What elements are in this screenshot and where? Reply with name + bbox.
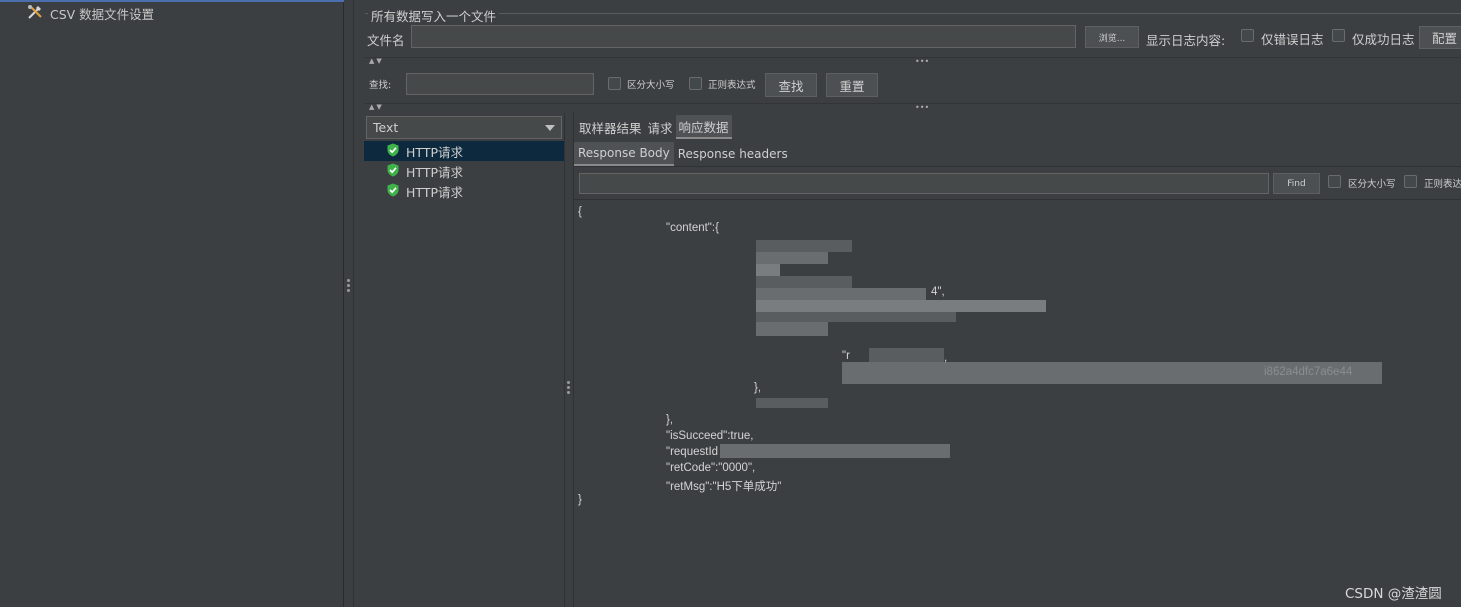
case-sensitive-checkbox[interactable] xyxy=(608,77,621,90)
filename-label: 文件名 xyxy=(367,33,405,48)
chevron-down-icon xyxy=(545,125,555,131)
json-line: "r xyxy=(842,350,850,362)
horizontal-splitter-top[interactable]: ▲▼ ••• xyxy=(365,57,1461,66)
tab-response-headers[interactable]: Response headers xyxy=(674,142,792,166)
result-item-label: HTTP请求 xyxy=(406,184,463,200)
json-line: "isSucceed":true, xyxy=(666,430,754,442)
renderer-selected-value: Text xyxy=(373,120,399,135)
tab-request[interactable]: 请求 xyxy=(645,115,676,139)
divider xyxy=(574,166,1461,167)
json-line: "retCode":"0000", xyxy=(666,462,756,474)
success-only-label: 仅成功日志 xyxy=(1352,32,1415,47)
filename-input[interactable] xyxy=(411,25,1076,48)
json-line: }, xyxy=(754,382,762,394)
collapse-arrows-icon[interactable]: ▲▼ xyxy=(369,57,384,65)
json-line: 4", xyxy=(931,286,945,298)
tree-item-csv-data-set[interactable]: CSV 数据文件设置 xyxy=(26,4,154,22)
body-find-input[interactable] xyxy=(579,173,1269,194)
file-section-border xyxy=(365,13,1461,14)
body-case-sensitive-checkbox[interactable] xyxy=(1328,175,1341,188)
redacted-block xyxy=(756,240,852,252)
log-display-label: 显示日志内容: xyxy=(1146,33,1226,48)
splitter-dots-icon: ••• xyxy=(915,103,930,112)
watermark: CSDN @渣渣圆 xyxy=(1345,586,1442,602)
body-case-sensitive-label: 区分大小写 xyxy=(1348,179,1396,190)
json-line: "requestId xyxy=(666,446,719,458)
tree-item-label: CSV 数据文件设置 xyxy=(50,6,155,22)
redacted-block xyxy=(869,348,944,362)
left-splitter[interactable] xyxy=(344,0,354,607)
collapse-arrows-icon[interactable]: ▲▼ xyxy=(369,103,384,111)
response-subtabs: Response Body Response headers xyxy=(574,142,792,166)
success-shield-icon xyxy=(386,143,400,160)
splitter-dots-icon: ••• xyxy=(915,57,930,66)
browse-button[interactable]: 浏览... xyxy=(1085,26,1139,48)
json-line: i862a4dfc7a6e44 xyxy=(1264,366,1353,378)
json-line: }, xyxy=(666,414,674,426)
result-item[interactable]: HTTP请求 xyxy=(364,161,564,181)
regex-label: 正则表达式 xyxy=(708,80,756,91)
tab-sampler-result[interactable]: 取样器结果 xyxy=(576,115,645,139)
regex-checkbox[interactable] xyxy=(689,77,702,90)
errors-only-label: 仅错误日志 xyxy=(1261,32,1324,47)
success-shield-icon xyxy=(386,163,400,180)
tab-response-data[interactable]: 响应数据 xyxy=(675,115,732,139)
search-find-button[interactable]: 查找 xyxy=(765,73,817,97)
json-line: , xyxy=(944,352,948,364)
result-item-label: HTTP请求 xyxy=(406,144,463,160)
json-line: } xyxy=(578,494,582,506)
search-input[interactable] xyxy=(406,73,594,95)
result-item-label: HTTP请求 xyxy=(406,164,463,180)
horizontal-splitter-bottom[interactable]: ▲▼ ••• xyxy=(365,103,1461,112)
redacted-block xyxy=(720,444,950,458)
results-list: HTTP请求 HTTP请求 HTTP请求 xyxy=(364,141,564,607)
search-label: 查找: xyxy=(369,80,392,91)
redacted-block xyxy=(756,264,780,276)
body-regex-label: 正则表达式 xyxy=(1424,179,1461,190)
json-line: "content":{ xyxy=(666,222,719,234)
redacted-block xyxy=(756,276,852,288)
splitter-grip-icon xyxy=(347,279,350,292)
success-only-checkbox[interactable] xyxy=(1332,29,1345,42)
tree-selection-line xyxy=(0,0,344,2)
case-sensitive-label: 区分大小写 xyxy=(627,80,675,91)
errors-only-checkbox[interactable] xyxy=(1241,29,1254,42)
redacted-block xyxy=(756,252,828,264)
json-line: { xyxy=(578,206,582,218)
tab-response-body[interactable]: Response Body xyxy=(574,142,674,166)
redacted-block xyxy=(756,288,926,300)
response-body-viewer[interactable]: { "content":{ 4", "r , i862a4dfc7a6e44 }… xyxy=(574,200,1461,607)
success-shield-icon xyxy=(386,183,400,200)
result-item[interactable]: HTTP请求 xyxy=(364,181,564,201)
body-regex-checkbox[interactable] xyxy=(1404,175,1417,188)
body-find-button[interactable]: Find xyxy=(1273,173,1320,194)
config-button[interactable]: 配置 xyxy=(1419,26,1461,49)
redacted-block xyxy=(756,322,828,336)
search-reset-button[interactable]: 重置 xyxy=(826,73,878,97)
redacted-block xyxy=(756,312,956,322)
renderer-select[interactable]: Text xyxy=(366,116,562,139)
test-plan-tree: CSV 数据文件设置 xyxy=(0,0,344,607)
splitter-grip-icon xyxy=(567,381,570,394)
tools-icon xyxy=(26,3,44,24)
json-line: "retMsg":"H5下单成功" xyxy=(666,481,782,493)
file-section-legend: 所有数据写入一个文件 xyxy=(368,6,500,25)
redacted-block xyxy=(756,398,828,408)
results-splitter[interactable] xyxy=(564,113,574,607)
result-item[interactable]: HTTP请求 xyxy=(364,141,564,161)
redacted-block xyxy=(756,300,1046,312)
result-tabs: 取样器结果 请求 响应数据 xyxy=(576,115,732,139)
